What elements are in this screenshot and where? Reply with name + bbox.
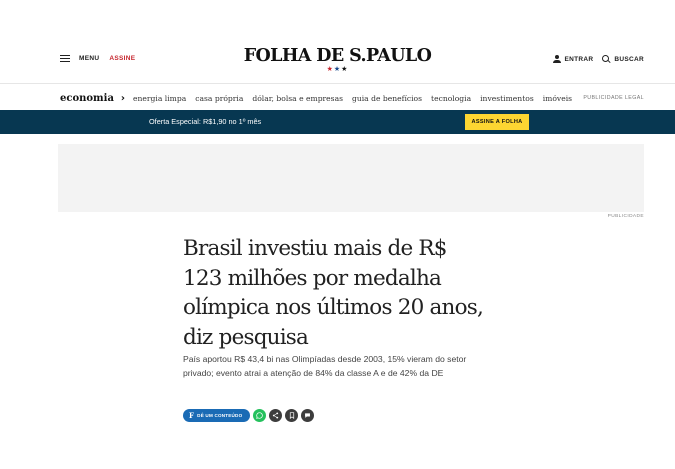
header-actions: ENTRAR BUSCAR: [552, 55, 645, 63]
login-button[interactable]: ENTRAR: [552, 55, 594, 63]
search-button[interactable]: BUSCAR: [602, 55, 644, 63]
star-icon: ★: [326, 66, 334, 73]
gift-label: DÊ UM CONTEÚDO: [197, 413, 243, 418]
folha-f-icon: F: [189, 411, 195, 420]
star-icon: ★: [341, 66, 349, 73]
search-icon: [602, 55, 610, 63]
section-link-energia-limpa[interactable]: energia limpa: [133, 94, 186, 103]
search-label: BUSCAR: [614, 55, 644, 63]
logo-stars: ★★★: [0, 66, 675, 74]
section-link-imoveis[interactable]: imóveis: [543, 94, 572, 103]
site-header: MENU ASSINE FOLHA DE S.PAULO ★★★ ENTRAR …: [0, 0, 675, 84]
section-link-casa-propria[interactable]: casa própria: [195, 94, 243, 103]
section-nav: economia › energia limpa casa própria dó…: [60, 87, 644, 109]
bookmark-icon[interactable]: [285, 409, 298, 422]
article-headline: Brasil investiu mais de R$ 123 milhões p…: [183, 236, 484, 350]
chevron-right-icon: ›: [120, 92, 126, 104]
share-toolbar: F DÊ UM CONTEÚDO: [183, 409, 314, 422]
whatsapp-icon[interactable]: [253, 409, 266, 422]
ad-slot[interactable]: [58, 144, 644, 212]
subscribe-button[interactable]: ASSINE A FOLHA: [465, 114, 529, 130]
section-links: energia limpa casa própria dólar, bolsa …: [133, 94, 572, 103]
logo-text: FOLHA DE S.PAULO: [243, 46, 432, 66]
section-link-investimentos[interactable]: investimentos: [480, 94, 534, 103]
offer-text: Oferta Especial: R$1,90 no 1º mês: [149, 117, 262, 126]
section-title[interactable]: economia: [60, 93, 114, 104]
section-link-dolar-bolsa[interactable]: dólar, bolsa e empresas: [252, 94, 343, 103]
offer-bar: Oferta Especial: R$1,90 no 1º mês ASSINE…: [0, 110, 675, 134]
login-label: ENTRAR: [564, 55, 594, 63]
section-link-tecnologia[interactable]: tecnologia: [431, 94, 471, 103]
section-link-guia-beneficios[interactable]: guia de benefícios: [352, 94, 422, 103]
comment-icon[interactable]: [301, 409, 314, 422]
publicidade-legal-link[interactable]: PUBLICIDADE LEGAL: [583, 95, 644, 101]
gift-content-button[interactable]: F DÊ UM CONTEÚDO: [183, 409, 250, 422]
ad-label: PUBLICIDADE: [607, 214, 644, 219]
user-icon: [552, 55, 561, 63]
article-subhead: País aportou R$ 43,4 bi nas Olimpíadas d…: [183, 354, 467, 378]
share-icon[interactable]: [269, 409, 282, 422]
